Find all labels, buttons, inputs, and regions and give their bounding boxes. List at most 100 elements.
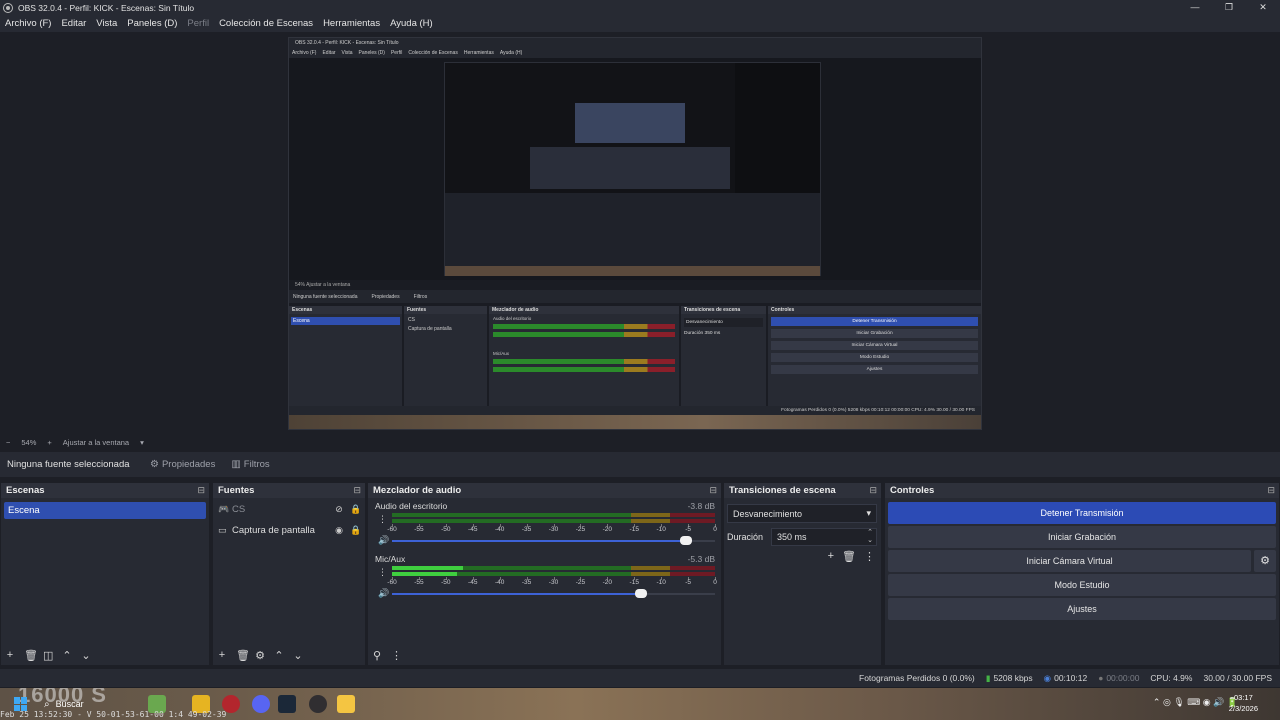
- nested-duration-label: Duración: [684, 331, 704, 336]
- nested-dock-title: Controles: [768, 306, 981, 314]
- taskbar-app-icon[interactable]: [337, 695, 355, 713]
- settings-button[interactable]: Ajustes: [888, 598, 1276, 620]
- preview-area[interactable]: OBS 32.0.4 - Perfil: KICK - Escenas: Sin…: [0, 33, 1280, 436]
- source-item[interactable]: ▭ Captura de pantalla ◉ 🔒: [213, 520, 365, 540]
- menu-perfil[interactable]: Perfil: [187, 18, 209, 29]
- meter-tick-label: -5: [685, 526, 691, 533]
- volume-slider-handle[interactable]: [634, 589, 647, 598]
- eye-icon[interactable]: ◉: [334, 525, 344, 536]
- volume-slider-handle[interactable]: [679, 536, 692, 545]
- menu-ayuda[interactable]: Ayuda (H): [390, 18, 433, 29]
- controls-header: Controles ⊟: [885, 483, 1279, 498]
- speaker-icon[interactable]: 🔊: [378, 588, 389, 599]
- source-properties-icon[interactable]: ⚙: [255, 649, 265, 662]
- move-down-icon[interactable]: ⌄: [81, 649, 91, 662]
- mixer-title: Mezclador de audio: [373, 485, 462, 496]
- move-up-icon[interactable]: ⌃: [62, 649, 72, 662]
- taskbar-clock[interactable]: 03:17 2/3/2026: [1229, 692, 1258, 714]
- nested-scenes-dock: Escenas Escena: [289, 306, 402, 406]
- transitions-header: Transiciones de escena ⊟: [724, 483, 881, 498]
- fit-to-window[interactable]: Ajustar a la ventana: [63, 438, 129, 447]
- zoom-dropdown-icon[interactable]: ▾: [140, 438, 144, 447]
- source-item[interactable]: 🎮 CS ⊘ 🔒: [213, 499, 365, 519]
- meter-tick-label: -50: [441, 526, 451, 533]
- properties-button[interactable]: ⚙ Propiedades: [150, 459, 215, 470]
- obs-taskbar-icon[interactable]: [309, 695, 327, 713]
- maximize-button[interactable]: ❐: [1212, 0, 1246, 15]
- clock-time: 03:17: [1234, 693, 1253, 702]
- zoom-in-button[interactable]: +: [47, 438, 51, 447]
- add-transition-icon[interactable]: +: [828, 550, 834, 563]
- windows-start-icon[interactable]: [14, 697, 28, 711]
- transition-select[interactable]: Desvanecimiento ▾: [727, 504, 877, 523]
- nested-dock-title: Transiciones de escena: [681, 306, 766, 314]
- nested-preview: [289, 58, 981, 280]
- transition-menu-icon[interactable]: ⋮: [864, 550, 875, 563]
- lock-icon[interactable]: 🔒: [350, 525, 361, 536]
- discord-icon[interactable]: [252, 695, 270, 713]
- dock-menu-icon[interactable]: ⊟: [1267, 485, 1275, 496]
- meter-tick-label: -20: [602, 526, 613, 533]
- dock-menu-icon[interactable]: ⊟: [709, 485, 717, 496]
- nested-menu-bar: Archivo (F) Editar Vista Paneles (D) Per…: [289, 48, 981, 58]
- lock-icon[interactable]: 🔒: [350, 504, 361, 515]
- channel-menu-icon[interactable]: ⋮: [378, 567, 387, 578]
- remove-scene-icon[interactable]: 🗑: [24, 649, 38, 662]
- obs-logo-icon: [3, 2, 13, 13]
- stop-stream-button[interactable]: Detener Transmisión: [888, 502, 1276, 524]
- mixer-toolbar: ⚲ ⋮: [368, 645, 721, 665]
- minimize-button[interactable]: —: [1178, 0, 1212, 15]
- cpu-usage: CPU: 4.9%: [1150, 673, 1193, 683]
- eye-hidden-icon[interactable]: ⊘: [334, 504, 344, 515]
- zoom-bar: − 54% + Ajustar a la ventana ▾: [0, 436, 1280, 449]
- nested-control-button: Iniciar Cámara Virtual: [771, 341, 978, 350]
- nested-dock-title: Fuentes: [404, 306, 487, 314]
- meter-scale: -60 -55 -50 -45 -40 -35 -30 -25 -20 -15 -10 -5 0: [387, 577, 717, 587]
- move-up-icon[interactable]: ⌃: [274, 649, 284, 662]
- scene-filters-icon[interactable]: ◫: [43, 649, 53, 662]
- scene-item[interactable]: Escena: [4, 502, 206, 519]
- filters-button[interactable]: ▥ Filtros: [231, 459, 269, 470]
- scenes-toolbar: + 🗑 ◫ ⌃ ⌄: [1, 645, 209, 665]
- duration-value: 350 ms: [777, 532, 807, 542]
- transitions-toolbar: + 🗑 ⋮: [724, 550, 875, 563]
- nested-screen-capture: [444, 62, 821, 276]
- start-recording-button[interactable]: Iniciar Grabación: [888, 526, 1276, 548]
- dock-menu-icon[interactable]: ⊟: [869, 485, 877, 496]
- menu-editar[interactable]: Editar: [61, 18, 86, 29]
- menu-vista[interactable]: Vista: [96, 18, 117, 29]
- fps: 30.00 / 30.00 FPS: [1203, 673, 1272, 683]
- channel-menu-icon[interactable]: ⋮: [378, 514, 387, 525]
- nested-duration: Duración 350 ms: [684, 331, 763, 336]
- dock-menu-icon[interactable]: ⊟: [353, 485, 361, 496]
- add-source-icon[interactable]: +: [217, 649, 227, 661]
- start-virtual-cam-button[interactable]: Iniciar Cámara Virtual: [888, 550, 1251, 572]
- dock-menu-icon[interactable]: ⊟: [197, 485, 205, 496]
- menu-archivo[interactable]: Archivo (F): [5, 18, 51, 29]
- menu-paneles[interactable]: Paneles (D): [127, 18, 177, 29]
- move-down-icon[interactable]: ⌄: [293, 649, 303, 662]
- add-scene-icon[interactable]: +: [5, 649, 15, 661]
- nested-zoom-label: 54% Ajustar a la ventana: [295, 282, 351, 288]
- speaker-icon[interactable]: 🔊: [378, 535, 389, 546]
- studio-mode-button[interactable]: Modo Estudio: [888, 574, 1276, 596]
- menu-herramientas[interactable]: Herramientas: [323, 18, 380, 29]
- zoom-out-button[interactable]: −: [6, 438, 10, 447]
- duration-field[interactable]: 350 ms ⌃ ⌄: [771, 528, 877, 546]
- menu-coleccion-escenas[interactable]: Colección de Escenas: [219, 18, 313, 29]
- spinner-icon[interactable]: ⌃ ⌄: [867, 529, 873, 545]
- mixer-menu-icon[interactable]: ⋮: [391, 649, 402, 662]
- nested-mixer-meter: [493, 324, 675, 329]
- remove-source-icon[interactable]: 🗑: [236, 649, 250, 662]
- close-button[interactable]: ✕: [1246, 0, 1280, 15]
- preview-canvas[interactable]: OBS 32.0.4 - Perfil: KICK - Escenas: Sin…: [288, 37, 982, 430]
- nested-controls-dock: Controles Detener Transmisión Iniciar Gr…: [768, 306, 981, 406]
- nested-menu-item: Perfil: [390, 50, 403, 56]
- nested-menu-item: Archivo (F): [292, 50, 317, 56]
- advanced-audio-icon[interactable]: ⚲: [372, 649, 382, 662]
- steam-icon[interactable]: [278, 695, 296, 713]
- mixer-header: Mezclador de audio ⊟: [368, 483, 721, 498]
- remove-transition-icon[interactable]: 🗑: [842, 550, 856, 563]
- gear-icon[interactable]: ⚙: [1254, 550, 1276, 572]
- stream-icon: ◉: [1043, 672, 1052, 683]
